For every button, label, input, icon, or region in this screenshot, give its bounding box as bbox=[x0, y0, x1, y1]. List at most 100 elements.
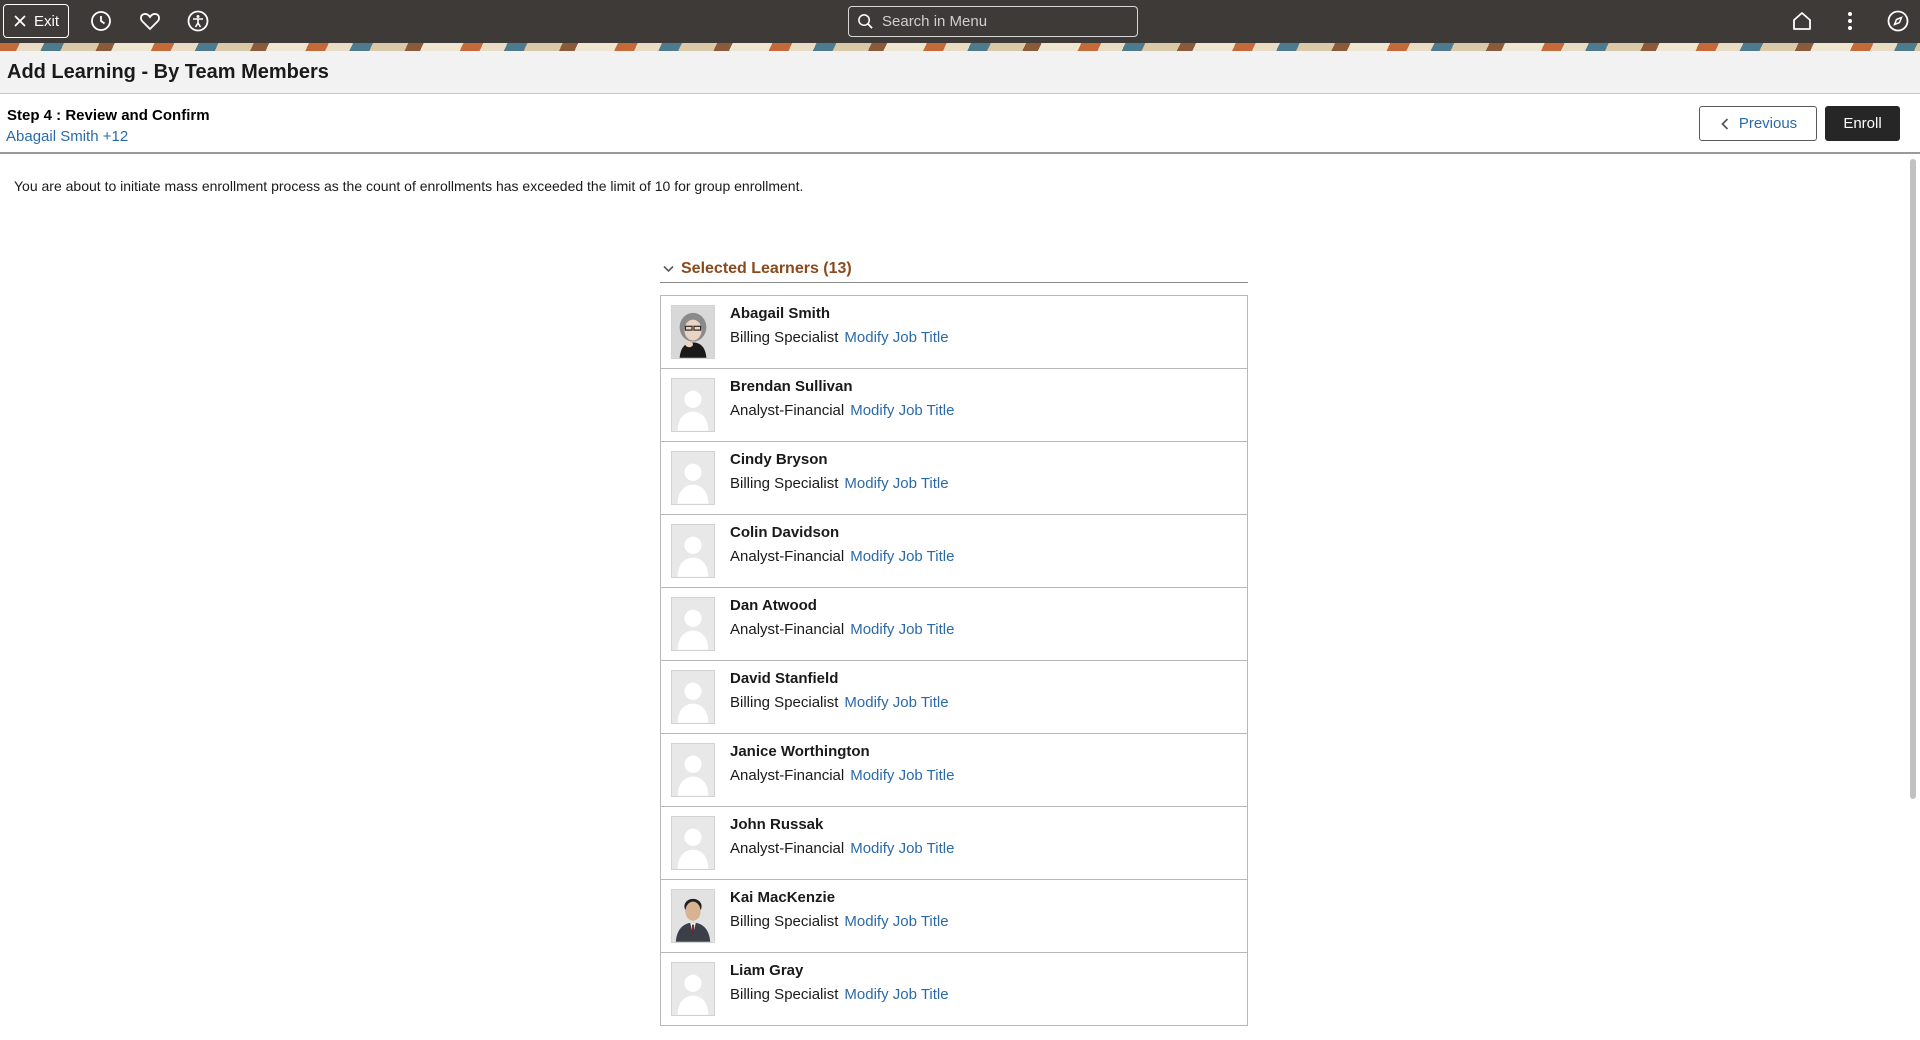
selected-learners-section: Selected Learners (13) Abagail Smith Bill… bbox=[660, 256, 1248, 1026]
learner-row: Brendan Sullivan Analyst-Financial Modify … bbox=[661, 369, 1247, 442]
mass-enrollment-message: You are about to initiate mass enrollmen… bbox=[14, 178, 804, 194]
modify-job-title-link[interactable]: Modify Job Title bbox=[850, 402, 954, 419]
scrollbar-thumb[interactable] bbox=[1910, 159, 1916, 799]
search-box[interactable] bbox=[848, 6, 1138, 37]
home-icon bbox=[1793, 12, 1811, 30]
learner-job-line: Billing Specialist Modify Job Title bbox=[730, 475, 949, 492]
learner-job-line: Analyst-Financial Modify Job Title bbox=[730, 767, 954, 784]
learner-name: Cindy Bryson bbox=[730, 451, 828, 468]
search-icon bbox=[858, 14, 873, 29]
learner-job-title: Billing Specialist bbox=[730, 329, 839, 346]
learner-job-line: Analyst-Financial Modify Job Title bbox=[730, 548, 954, 565]
learner-name: Dan Atwood bbox=[730, 597, 817, 614]
home-button[interactable] bbox=[1786, 5, 1818, 37]
learner-job-title: Analyst-Financial bbox=[730, 840, 845, 857]
step-bar: Step 4 : Review and Confirm Abagail Smit… bbox=[0, 94, 1920, 154]
avatar bbox=[671, 889, 715, 943]
previous-button[interactable]: Previous bbox=[1699, 106, 1817, 141]
step-title: Step 4 : Review and Confirm bbox=[7, 107, 210, 124]
learner-job-line: Billing Specialist Modify Job Title bbox=[730, 694, 949, 711]
person-placeholder-icon bbox=[672, 744, 714, 796]
learner-job-title: Billing Specialist bbox=[730, 694, 839, 711]
learner-name: John Russak bbox=[730, 816, 824, 833]
favorites-button[interactable] bbox=[134, 5, 166, 37]
learner-name: Brendan Sullivan bbox=[730, 378, 853, 395]
avatar bbox=[671, 597, 715, 651]
page-title: Add Learning - By Team Members bbox=[7, 61, 329, 83]
modify-job-title-link[interactable]: Modify Job Title bbox=[850, 840, 954, 857]
learner-name: Janice Worthington bbox=[730, 743, 870, 760]
banner-pattern bbox=[0, 43, 1920, 51]
recent-button[interactable] bbox=[85, 5, 117, 37]
learner-job-line: Analyst-Financial Modify Job Title bbox=[730, 402, 954, 419]
actions-menu-button[interactable] bbox=[1834, 5, 1866, 37]
more-vertical-icon bbox=[1848, 12, 1852, 30]
selected-learners-toggle[interactable]: Selected Learners (13) bbox=[660, 256, 1248, 283]
learner-row: Cindy Bryson Billing Specialist Modify Job… bbox=[661, 442, 1247, 515]
selected-learners-link[interactable]: Abagail Smith +12 bbox=[6, 128, 128, 145]
avatar bbox=[671, 524, 715, 578]
modify-job-title-link[interactable]: Modify Job Title bbox=[850, 548, 954, 565]
chevron-left-icon bbox=[1721, 117, 1728, 130]
learner-row: Abagail Smith Billing Specialist Modify Jo… bbox=[661, 296, 1247, 369]
learner-row: Liam Gray Billing Specialist Modify Job Ti… bbox=[661, 953, 1247, 1026]
learner-job-title: Analyst-Financial bbox=[730, 767, 845, 784]
compass-icon bbox=[1887, 10, 1909, 32]
modify-job-title-link[interactable]: Modify Job Title bbox=[844, 694, 948, 711]
avatar bbox=[671, 816, 715, 870]
modify-job-title-link[interactable]: Modify Job Title bbox=[850, 767, 954, 784]
avatar bbox=[671, 451, 715, 505]
learner-job-title: Billing Specialist bbox=[730, 986, 839, 1003]
learner-job-line: Billing Specialist Modify Job Title bbox=[730, 329, 949, 346]
person-placeholder-icon bbox=[672, 671, 714, 723]
page-title-bar: Add Learning - By Team Members bbox=[0, 51, 1920, 94]
learner-job-title: Analyst-Financial bbox=[730, 621, 845, 638]
learner-row: David Stanfield Billing Specialist Modify … bbox=[661, 661, 1247, 734]
modify-job-title-link[interactable]: Modify Job Title bbox=[844, 475, 948, 492]
person-placeholder-icon bbox=[672, 525, 714, 577]
previous-label: Previous bbox=[1738, 115, 1798, 132]
exit-button[interactable]: Exit bbox=[3, 4, 69, 38]
avatar bbox=[671, 670, 715, 724]
person-placeholder-icon bbox=[672, 379, 714, 431]
learner-name: Liam Gray bbox=[730, 962, 804, 979]
profile-photo-icon bbox=[672, 890, 714, 942]
person-placeholder-icon bbox=[672, 963, 714, 1015]
learner-name: Abagail Smith bbox=[730, 305, 831, 322]
profile-photo-icon bbox=[672, 306, 714, 358]
accessibility-button[interactable] bbox=[182, 5, 214, 37]
modify-job-title-link[interactable]: Modify Job Title bbox=[844, 986, 948, 1003]
learner-row: Dan Atwood Analyst-Financial Modify Job Ti… bbox=[661, 588, 1247, 661]
learner-job-title: Analyst-Financial bbox=[730, 548, 845, 565]
search-input[interactable] bbox=[880, 12, 1124, 31]
learner-job-line: Billing Specialist Modify Job Title bbox=[730, 913, 949, 930]
close-icon bbox=[14, 15, 26, 27]
learner-name: Colin Davidson bbox=[730, 524, 840, 541]
avatar bbox=[671, 743, 715, 797]
learner-job-title: Analyst-Financial bbox=[730, 402, 845, 419]
learner-row: Janice Worthington Analyst-Financial Modif… bbox=[661, 734, 1247, 807]
learner-job-title: Billing Specialist bbox=[730, 475, 839, 492]
accessibility-icon bbox=[187, 10, 209, 32]
history-icon bbox=[91, 11, 111, 31]
modify-job-title-link[interactable]: Modify Job Title bbox=[850, 621, 954, 638]
vertical-scrollbar[interactable] bbox=[1908, 155, 1918, 1040]
person-placeholder-icon bbox=[672, 452, 714, 504]
person-placeholder-icon bbox=[672, 817, 714, 869]
learner-list: Abagail Smith Billing Specialist Modify Jo… bbox=[660, 295, 1248, 1026]
section-title: Selected Learners (13) bbox=[681, 260, 852, 277]
enroll-button[interactable]: Enroll bbox=[1825, 106, 1900, 141]
modify-job-title-link[interactable]: Modify Job Title bbox=[844, 329, 948, 346]
navigator-button[interactable] bbox=[1882, 5, 1914, 37]
modify-job-title-link[interactable]: Modify Job Title bbox=[844, 913, 948, 930]
avatar bbox=[671, 378, 715, 432]
learner-job-line: Billing Specialist Modify Job Title bbox=[730, 986, 949, 1003]
person-placeholder-icon bbox=[672, 598, 714, 650]
learner-job-title: Billing Specialist bbox=[730, 913, 839, 930]
learner-name: Kai MacKenzie bbox=[730, 889, 836, 906]
top-banner: Exit bbox=[0, 0, 1920, 51]
heart-icon bbox=[140, 13, 160, 31]
learner-row: John Russak Analyst-Financial Modify Job T… bbox=[661, 807, 1247, 880]
learner-job-line: Analyst-Financial Modify Job Title bbox=[730, 621, 954, 638]
avatar bbox=[671, 305, 715, 359]
